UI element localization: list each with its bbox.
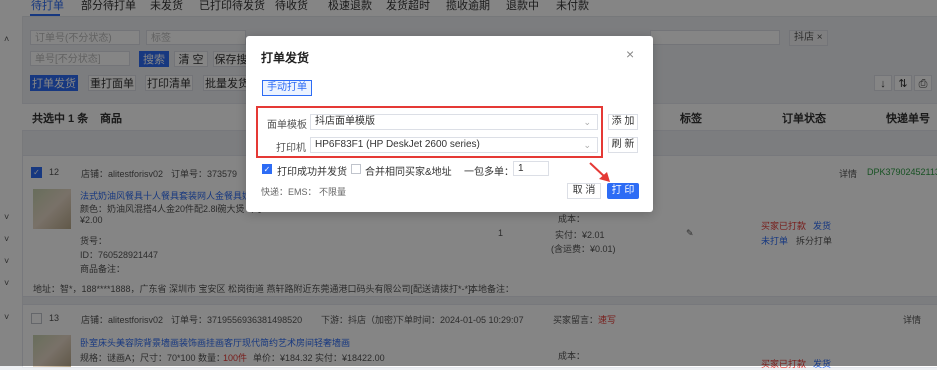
printer-label: 打印机 bbox=[276, 143, 306, 154]
close-icon[interactable]: × bbox=[626, 46, 634, 62]
chevron-down-icon: ⌄ bbox=[583, 140, 591, 150]
refresh-button[interactable]: 刷 新 bbox=[608, 137, 638, 153]
template-value: 抖店面单模版 bbox=[315, 116, 375, 127]
dialog-title: 打单发货 bbox=[261, 51, 310, 65]
multi-per-pack-label: 一包多单： bbox=[464, 167, 514, 178]
ship-after-print-label: 打印成功并发货 bbox=[277, 167, 347, 178]
printer-select[interactable]: HP6F83F1 (HP DeskJet 2600 series) ⌄ bbox=[310, 137, 598, 153]
chevron-down-icon: ⌄ bbox=[583, 117, 591, 127]
ship-after-print-checkbox[interactable]: ✓ bbox=[262, 164, 272, 174]
tab-manual-print[interactable]: 手动打单 bbox=[262, 80, 312, 96]
red-arrow-annotation bbox=[589, 162, 610, 182]
multi-per-pack-input[interactable]: 1 bbox=[513, 161, 549, 176]
add-button[interactable]: 添 加 bbox=[608, 114, 638, 130]
template-label: 面单模板 bbox=[267, 120, 307, 131]
express-info: 快递：EMS： 不限量 bbox=[261, 187, 347, 197]
template-select[interactable]: 抖店面单模版 ⌄ bbox=[310, 114, 598, 130]
printer-value: HP6F83F1 (HP DeskJet 2600 series) bbox=[315, 139, 480, 150]
merge-buyer-label: 合并相同买家&地址 bbox=[365, 167, 452, 178]
merge-buyer-checkbox[interactable] bbox=[351, 164, 361, 174]
print-ship-dialog: 打单发货 × 手动打单 面单模板 抖店面单模版 ⌄ 添 加 打印机 HP6F83… bbox=[246, 36, 653, 212]
